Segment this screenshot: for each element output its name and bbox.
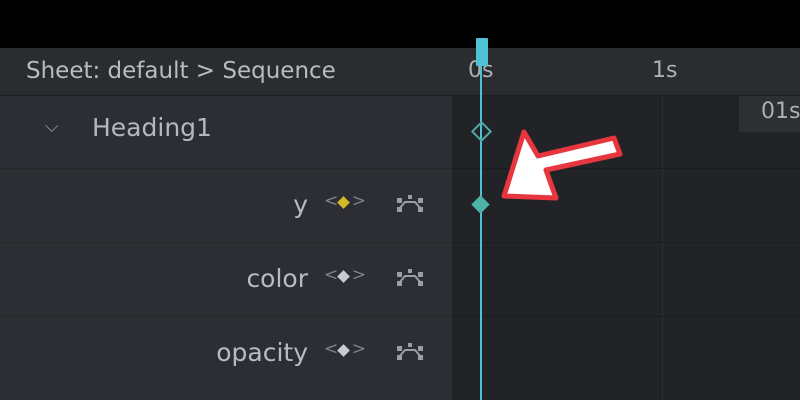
- prev-keyframe-icon[interactable]: <: [324, 191, 338, 211]
- object-row-heading1[interactable]: ⌵ Heading1: [0, 96, 452, 169]
- prev-keyframe-icon[interactable]: <: [324, 265, 338, 285]
- panel-header: Sheet: default > Sequence: [0, 48, 452, 96]
- keyframe-toggle-icon[interactable]: [337, 196, 350, 209]
- keyframe-toggle-icon[interactable]: [337, 270, 350, 283]
- next-keyframe-icon[interactable]: >: [352, 191, 366, 211]
- current-time-display: 01s: [739, 96, 800, 132]
- sheet-breadcrumb[interactable]: Sheet: default > Sequence: [26, 58, 336, 84]
- tick-label-1s: 1s: [652, 58, 678, 83]
- pointer-arrow-icon: [501, 129, 623, 201]
- property-row-color[interactable]: color < >: [0, 243, 452, 317]
- grid-line: [662, 96, 663, 400]
- row-divider: [452, 316, 800, 317]
- curve-editor-icon[interactable]: [396, 341, 424, 361]
- curve-editor-icon[interactable]: [396, 193, 424, 213]
- property-label: y: [293, 190, 308, 219]
- keyframe-nav[interactable]: < >: [324, 265, 366, 288]
- prev-keyframe-icon[interactable]: <: [324, 339, 338, 359]
- property-label: color: [246, 264, 308, 293]
- property-row-opacity[interactable]: opacity < >: [0, 317, 452, 400]
- keyframe-nav[interactable]: < >: [324, 339, 366, 362]
- next-keyframe-icon[interactable]: >: [352, 339, 366, 359]
- property-panel: Sheet: default > Sequence ⌵ Heading1 y <…: [0, 48, 452, 400]
- timeline-panel[interactable]: 0s 1s 01s: [452, 48, 800, 400]
- collapse-chevron-icon[interactable]: ⌵: [45, 116, 59, 137]
- playhead-line[interactable]: [480, 40, 482, 400]
- keyframe-nav[interactable]: < >: [324, 191, 366, 214]
- curve-editor-icon[interactable]: [396, 267, 424, 287]
- keyframe-toggle-icon[interactable]: [337, 344, 350, 357]
- next-keyframe-icon[interactable]: >: [352, 265, 366, 285]
- property-row-y[interactable]: y < >: [0, 169, 452, 243]
- playhead-handle[interactable]: [476, 38, 488, 66]
- time-ruler[interactable]: 0s 1s: [452, 48, 800, 96]
- property-label: opacity: [216, 338, 308, 367]
- row-divider: [452, 242, 800, 243]
- object-label[interactable]: Heading1: [92, 113, 212, 142]
- current-time-text: 01s: [761, 99, 800, 124]
- animation-editor: Sheet: default > Sequence ⌵ Heading1 y <…: [0, 48, 800, 400]
